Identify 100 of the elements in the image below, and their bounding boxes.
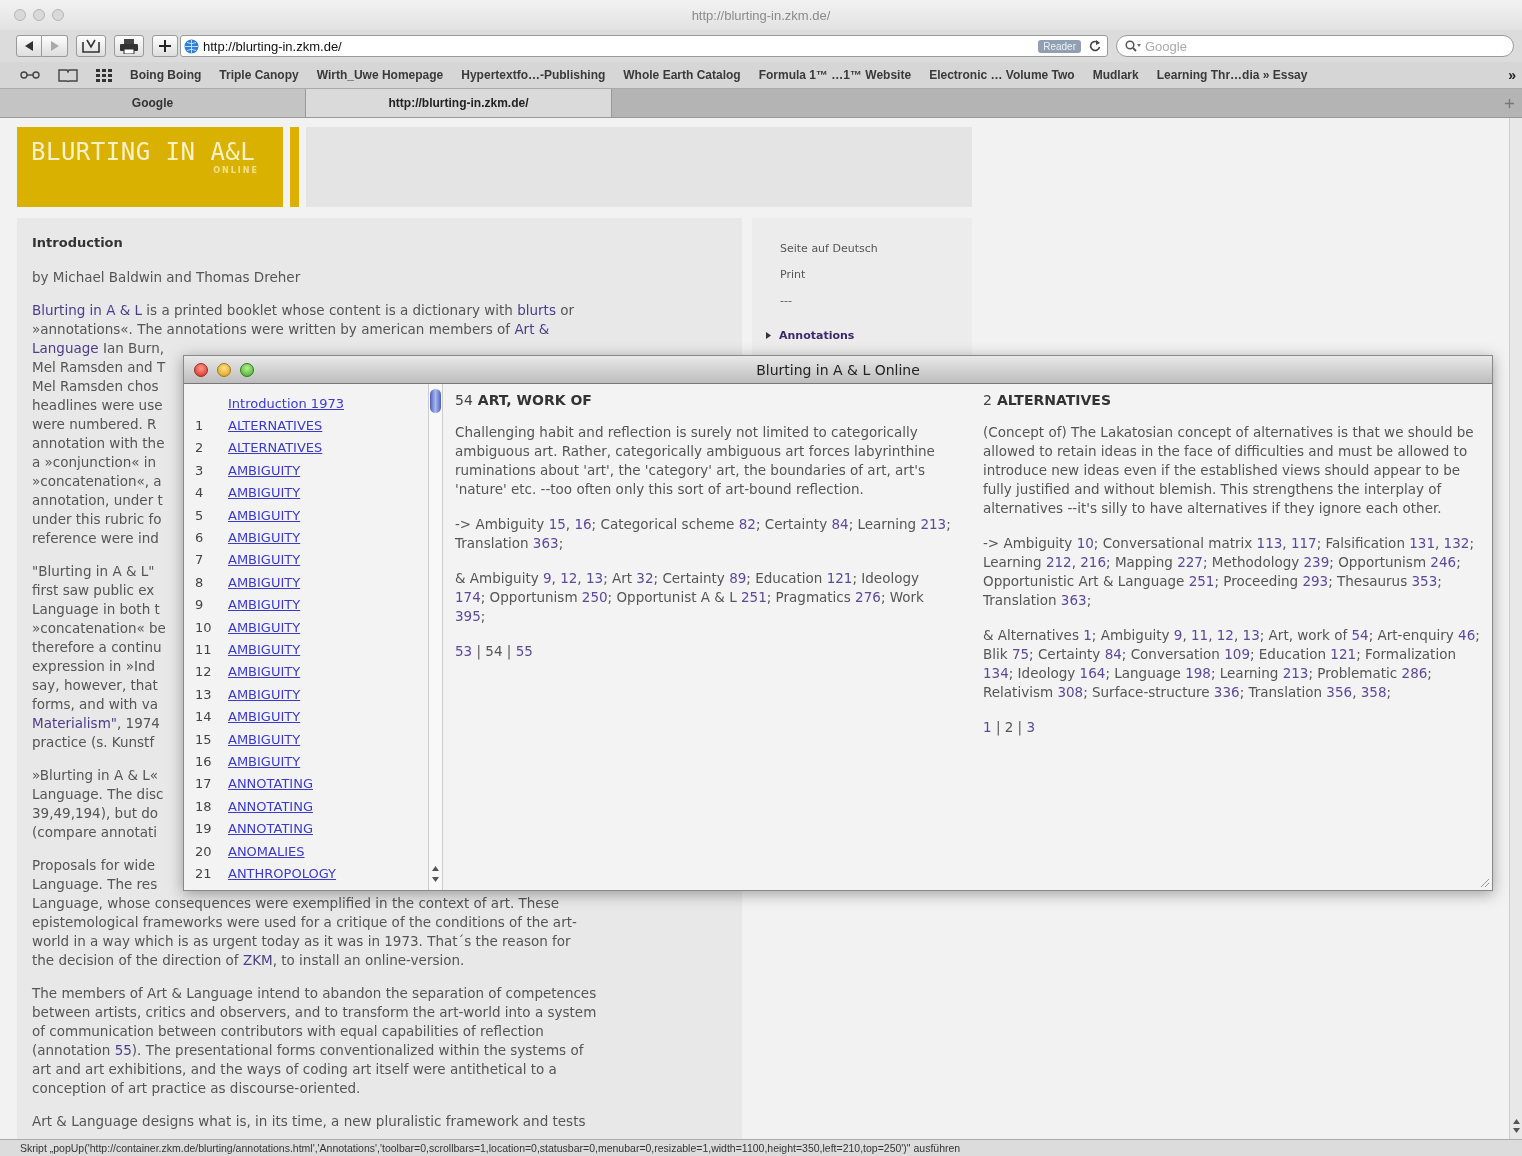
index-link[interactable]: Introduction 1973 [228, 395, 344, 411]
link[interactable]: 353 [1411, 573, 1438, 589]
link[interactable]: blurts [517, 302, 556, 318]
link[interactable]: 395 [455, 608, 481, 624]
link[interactable]: 164 [1079, 665, 1106, 681]
print-button[interactable] [114, 35, 144, 57]
link[interactable]: 336 [1213, 684, 1240, 700]
link[interactable]: 54 [1351, 627, 1369, 643]
sidebar-link[interactable]: Seite auf Deutsch [780, 242, 944, 255]
bookmark-link[interactable]: Wirth_Uwe Homepage [316, 68, 444, 82]
link[interactable]: Art & [514, 321, 550, 337]
link[interactable]: 9 [543, 570, 552, 586]
link[interactable]: 293 [1302, 573, 1329, 589]
link[interactable]: 84 [831, 516, 849, 532]
link[interactable]: 251 [740, 589, 767, 605]
index-link[interactable]: AMBIGUITY [228, 686, 301, 702]
link[interactable]: 11 [1191, 627, 1209, 643]
link[interactable]: 1 [983, 719, 992, 735]
address-field[interactable]: http://blurting-in.zkm.de/ Reader [180, 35, 1108, 57]
close-button[interactable] [194, 362, 208, 377]
index-link[interactable]: AMBIGUITY [228, 753, 301, 769]
link[interactable]: 363 [1060, 592, 1087, 608]
bookmark-link[interactable]: Boing Boing [130, 68, 202, 82]
link[interactable]: 89 [729, 570, 747, 586]
link[interactable]: 131 [1409, 535, 1435, 551]
scroll-thumb[interactable] [430, 389, 441, 413]
back-button[interactable] [16, 35, 42, 57]
add-bookmark-button[interactable] [152, 35, 178, 57]
link[interactable]: 12 [1216, 627, 1234, 643]
link[interactable]: 134 [983, 665, 1009, 681]
link[interactable]: 12 [560, 570, 578, 586]
link[interactable]: 1 [1083, 627, 1092, 643]
index-link[interactable]: ALTERNATIVES [228, 440, 323, 456]
index-link[interactable]: AMBIGUITY [228, 574, 301, 590]
link[interactable]: 16 [574, 516, 592, 532]
bookmark-link[interactable]: Learning Thr…dia » Essay [1156, 68, 1308, 82]
index-link[interactable]: ANNOTATING [228, 776, 313, 792]
link[interactable]: 3 [1026, 719, 1036, 735]
link[interactable]: Materialism" [32, 715, 117, 731]
link[interactable]: Language [32, 340, 99, 356]
link[interactable]: 286 [1401, 665, 1428, 681]
index-link[interactable]: AMBIGUITY [228, 619, 301, 635]
link[interactable]: 13 [585, 570, 604, 586]
link[interactable]: 109 [1224, 646, 1250, 662]
link[interactable]: 174 [455, 589, 481, 605]
bookmark-link[interactable]: Mudlark [1092, 68, 1139, 82]
link[interactable]: 308 [1057, 684, 1084, 700]
sidebar-link[interactable]: Print [780, 268, 944, 281]
scrollbar-track[interactable] [428, 384, 443, 890]
scrollbar-track[interactable] [1509, 118, 1522, 1139]
link[interactable]: 356 [1326, 684, 1353, 700]
more-bookmarks-button[interactable]: » [1508, 67, 1516, 83]
index-link[interactable]: AMBIGUITY [228, 485, 301, 501]
link[interactable]: 132 [1443, 535, 1470, 551]
link[interactable]: 358 [1360, 684, 1387, 700]
index-link[interactable]: AMBIGUITY [228, 530, 301, 546]
bookmark-link[interactable]: Triple Canopy [219, 68, 299, 82]
tab[interactable]: Google [0, 89, 306, 117]
minimize-button[interactable] [217, 362, 231, 377]
bookmark-link[interactable]: Whole Earth Catalog [623, 68, 741, 82]
link[interactable]: 117 [1290, 535, 1317, 551]
link[interactable]: Blurting in A & L [32, 302, 143, 318]
link[interactable]: 84 [1104, 646, 1122, 662]
link[interactable]: 75 [1011, 646, 1030, 662]
index-link[interactable]: ANOMALIES [228, 843, 305, 859]
link[interactable]: 55 [114, 1042, 132, 1058]
bookmark-link[interactable]: Hypertextfo…-Publishing [461, 68, 606, 82]
index-link[interactable]: ANNOTATING [228, 821, 313, 837]
index-link[interactable]: ALTERNATIVES [228, 418, 323, 434]
link[interactable]: 213 [920, 516, 947, 532]
index-link[interactable]: AMBIGUITY [228, 507, 301, 523]
link[interactable]: 53 [455, 643, 473, 659]
link[interactable]: 46 [1458, 627, 1476, 643]
link[interactable]: 9 [1173, 627, 1183, 643]
bookmark-link[interactable]: Electronic … Volume Two [929, 68, 1075, 82]
link[interactable]: 251 [1188, 573, 1215, 589]
index-link[interactable]: ANNOTATING [228, 798, 313, 814]
link[interactable]: 113 [1256, 535, 1283, 551]
link[interactable]: 227 [1177, 554, 1203, 570]
link[interactable]: 32 [636, 570, 654, 586]
index-link[interactable]: ANTHROPOLOGY [228, 865, 337, 881]
link[interactable]: 121 [826, 570, 853, 586]
bookmark-link[interactable]: Formula 1™ …1™ Website [758, 68, 912, 82]
index-link[interactable]: AMBIGUITY [228, 664, 301, 680]
link[interactable]: 276 [855, 589, 881, 605]
tab[interactable]: http://blurting-in.zkm.de/ [306, 89, 612, 117]
zoom-button[interactable] [240, 362, 254, 377]
index-link[interactable]: AMBIGUITY [228, 462, 301, 478]
link[interactable]: ZKM [242, 952, 273, 968]
index-link[interactable]: AMBIGUITY [228, 597, 301, 613]
link[interactable]: 82 [738, 516, 756, 532]
link[interactable]: 15 [548, 516, 566, 532]
link[interactable]: 198 [1185, 665, 1211, 681]
link[interactable]: 10 [1076, 535, 1094, 551]
link[interactable]: 239 [1303, 554, 1330, 570]
toolbar-button[interactable] [76, 35, 106, 57]
index-link[interactable]: AMBIGUITY [228, 552, 301, 568]
link[interactable]: 13 [1242, 627, 1260, 643]
index-link[interactable]: AMBIGUITY [228, 642, 301, 657]
link[interactable]: 55 [515, 643, 533, 659]
